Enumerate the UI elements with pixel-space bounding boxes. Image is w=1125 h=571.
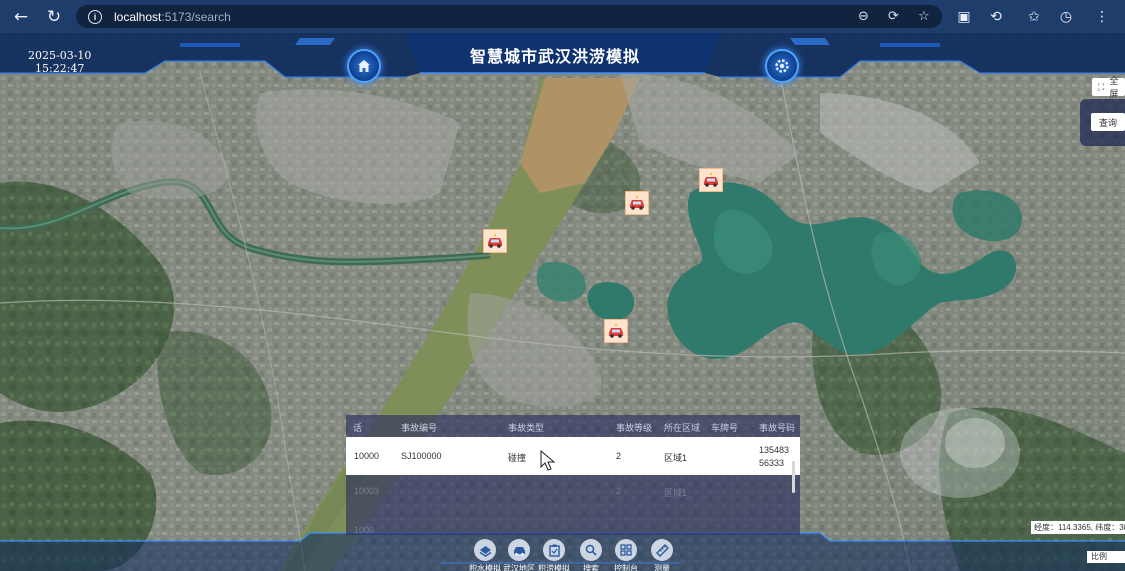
accident-marker[interactable]	[625, 191, 649, 215]
favorites-icon[interactable]: ✩	[1020, 0, 1048, 33]
car-crash-icon	[630, 195, 644, 210]
grid-icon	[615, 539, 637, 561]
gear-icon	[775, 59, 789, 73]
accident-marker[interactable]	[699, 168, 723, 192]
car-crash-icon	[704, 172, 718, 187]
bottom-toolbar: 积水模拟 武汉地区 积涝模拟 搜索 控制台 测量	[0, 533, 1125, 571]
cell-id: 10003	[354, 486, 380, 496]
zoom-icon[interactable]: ⊖	[858, 5, 869, 28]
app-header: 2025-03-10 15:22:47 智慧城市武汉洪涝模拟	[0, 33, 1125, 83]
tool-flood-simulation[interactable]: 积涝模拟	[534, 539, 574, 571]
column-header[interactable]: 事故类型	[508, 421, 544, 434]
car-crash-icon	[609, 323, 623, 338]
search-icon	[580, 539, 602, 561]
fullscreen-icon: ⛶	[1098, 81, 1105, 92]
info-icon[interactable]: i	[88, 9, 102, 24]
translate-icon[interactable]: ⟳	[888, 5, 899, 28]
address-bar[interactable]: i localhost:5173/search ⊖ ⟳ ☆	[76, 5, 942, 28]
extension-icon[interactable]: ▣	[950, 0, 978, 33]
cell-region: 区域1	[664, 488, 688, 498]
cell-type: 碰撞	[508, 453, 527, 463]
cell-id: 10000	[354, 451, 380, 461]
reload-icon[interactable]: ↻	[37, 0, 71, 33]
coordinate-readout: 经度：114.3365, 纬度：30.5	[1031, 521, 1125, 534]
column-header[interactable]: 事故编号	[401, 421, 437, 434]
home-button[interactable]	[347, 49, 381, 83]
car-crash-icon	[488, 233, 502, 248]
cell-level: 2	[616, 486, 622, 496]
tool-label: 积水模拟	[469, 564, 501, 571]
mouse-cursor-icon	[540, 450, 556, 471]
accident-marker[interactable]	[483, 229, 507, 253]
home-icon	[358, 60, 370, 72]
fullscreen-label: 全屏	[1109, 76, 1119, 99]
page-title: 智慧城市武汉洪涝模拟	[469, 49, 640, 66]
tool-label: 控制台	[614, 564, 638, 571]
fullscreen-button[interactable]: ⛶ 全屏	[1092, 76, 1125, 99]
cell-phone-cont: 56333	[759, 458, 785, 468]
accident-marker[interactable]	[604, 319, 628, 343]
accident-table: 话 事故编号 事故类型 事故等级 所在区域 车牌号 事故号码 10000 SJ1…	[346, 415, 800, 535]
browser-toolbar: ← ↻ i localhost:5173/search ⊖ ⟳ ☆ ▣ ⟲ ✩ …	[0, 0, 1125, 33]
url-host: localhost	[114, 9, 162, 24]
menu-icon[interactable]: ⋮	[1088, 0, 1116, 33]
settings-button[interactable]	[765, 49, 799, 83]
tool-measure[interactable]: 测量	[642, 539, 682, 571]
column-header[interactable]: 事故号码	[759, 421, 795, 434]
tool-label: 搜索	[583, 564, 599, 571]
column-header[interactable]: 事故等级	[616, 421, 652, 434]
map-viewport[interactable]: 2025-03-10 15:22:47 智慧城市武汉洪涝模拟 ⛶ 全屏 查询 话…	[0, 33, 1125, 571]
clipboard-icon	[543, 539, 565, 561]
tool-search[interactable]: 搜索	[571, 539, 611, 571]
tool-label: 测量	[654, 564, 670, 571]
table-row[interactable]: 1000	[346, 511, 800, 535]
scale-bar: 比例	[1087, 551, 1125, 563]
url-path: :5173/search	[161, 9, 231, 24]
date-text: 2025-03-10	[28, 49, 92, 62]
history-icon[interactable]: ◷	[1052, 0, 1080, 33]
column-header[interactable]: 话	[353, 421, 362, 434]
cell-number: SJ100000	[401, 451, 442, 461]
back-icon[interactable]: ←	[4, 0, 38, 33]
star-icon[interactable]: ☆	[918, 5, 930, 28]
table-row[interactable]: 10000 SJ100000 碰撞 2 区域1 135483 56333	[346, 437, 800, 493]
tool-label: 武汉地区	[503, 564, 535, 571]
time-text: 15:22:47	[35, 62, 85, 75]
cell-level: 2	[616, 451, 622, 461]
table-header: 话 事故编号 事故类型 事故等级 所在区域 车牌号 事故号码	[346, 415, 800, 437]
ruler-icon	[651, 539, 673, 561]
column-header[interactable]: 车牌号	[711, 421, 738, 434]
cell-region: 区域1	[664, 453, 688, 463]
water-icon	[474, 539, 496, 561]
tool-console[interactable]: 控制台	[606, 539, 646, 571]
car-icon	[508, 539, 530, 561]
refresh-extension-icon[interactable]: ⟲	[982, 0, 1010, 33]
cell-phone: 135483	[759, 445, 790, 455]
table-row[interactable]: 10003 2 区域1	[346, 481, 800, 501]
query-button[interactable]: 查询	[1091, 113, 1125, 131]
column-header[interactable]: 所在区域	[664, 421, 700, 434]
datetime-display: 2025-03-10 15:22:47	[28, 49, 91, 75]
tool-wuhan-area[interactable]: 武汉地区	[499, 539, 539, 571]
tool-label: 积涝模拟	[538, 564, 570, 571]
